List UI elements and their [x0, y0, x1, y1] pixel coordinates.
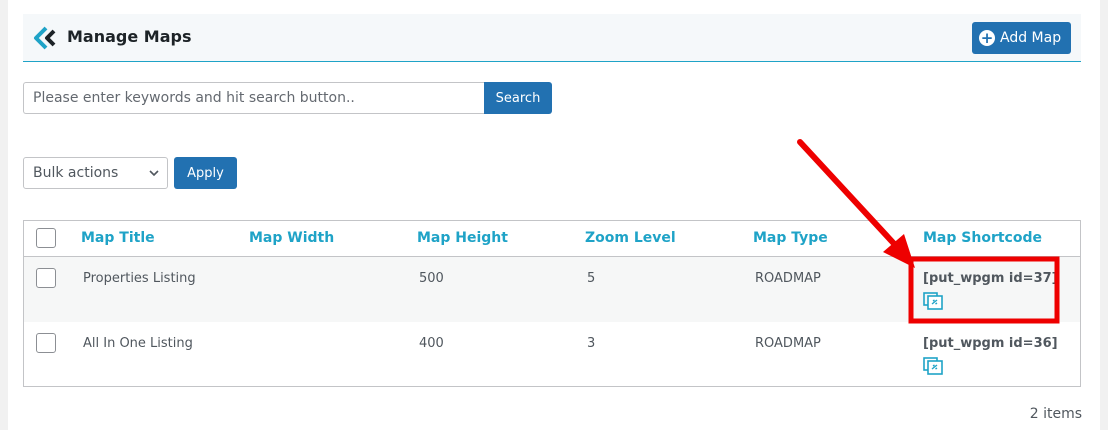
- bulk-actions-select[interactable]: Bulk actions: [23, 157, 168, 189]
- select-all-checkbox[interactable]: [36, 228, 56, 248]
- column-map-title[interactable]: Map Title: [81, 230, 155, 246]
- search-button[interactable]: Search: [484, 82, 552, 114]
- chevron-down-icon: [149, 170, 159, 177]
- add-map-button[interactable]: + Add Map: [972, 22, 1071, 54]
- column-map-type[interactable]: Map Type: [753, 230, 828, 246]
- page-title: Manage Maps: [67, 27, 192, 46]
- zoom-level-cell: 3: [587, 336, 596, 351]
- copy-link-icon[interactable]: [923, 292, 943, 310]
- row-checkbox[interactable]: [36, 333, 56, 353]
- column-map-width[interactable]: Map Width: [249, 230, 334, 246]
- column-map-height[interactable]: Map Height: [417, 230, 508, 246]
- bulk-actions-value: Bulk actions: [33, 165, 119, 181]
- table-row: Properties Listing 500 5 ROADMAP [put_wp…: [24, 257, 1080, 322]
- plus-circle-icon: +: [979, 29, 995, 47]
- shortcode-cell: [put_wpgm id=37]: [923, 271, 1058, 286]
- plugin-logo-icon: [34, 26, 56, 50]
- table-row: All In One Listing 400 3 ROADMAP [put_wp…: [24, 322, 1080, 387]
- zoom-level-cell: 5: [587, 271, 596, 286]
- apply-button[interactable]: Apply: [174, 157, 237, 189]
- column-map-shortcode[interactable]: Map Shortcode: [923, 230, 1042, 246]
- row-checkbox[interactable]: [36, 268, 56, 288]
- column-zoom-level[interactable]: Zoom Level: [585, 230, 676, 246]
- map-type-cell: ROADMAP: [755, 336, 821, 351]
- maps-table: Map Title Map Width Map Height Zoom Leve…: [23, 220, 1081, 387]
- map-height-cell: 400: [419, 336, 444, 351]
- page-header: Manage Maps + Add Map: [23, 14, 1081, 62]
- add-map-label: Add Map: [1000, 30, 1062, 46]
- map-title-cell[interactable]: All In One Listing: [83, 336, 193, 351]
- map-title-cell[interactable]: Properties Listing: [83, 271, 196, 286]
- table-header: Map Title Map Width Map Height Zoom Leve…: [24, 221, 1080, 257]
- copy-link-icon[interactable]: [923, 357, 943, 375]
- search-input[interactable]: [23, 82, 484, 114]
- items-count: 2 items: [1029, 406, 1082, 422]
- map-type-cell: ROADMAP: [755, 271, 821, 286]
- map-height-cell: 500: [419, 271, 444, 286]
- shortcode-cell: [put_wpgm id=36]: [923, 336, 1058, 351]
